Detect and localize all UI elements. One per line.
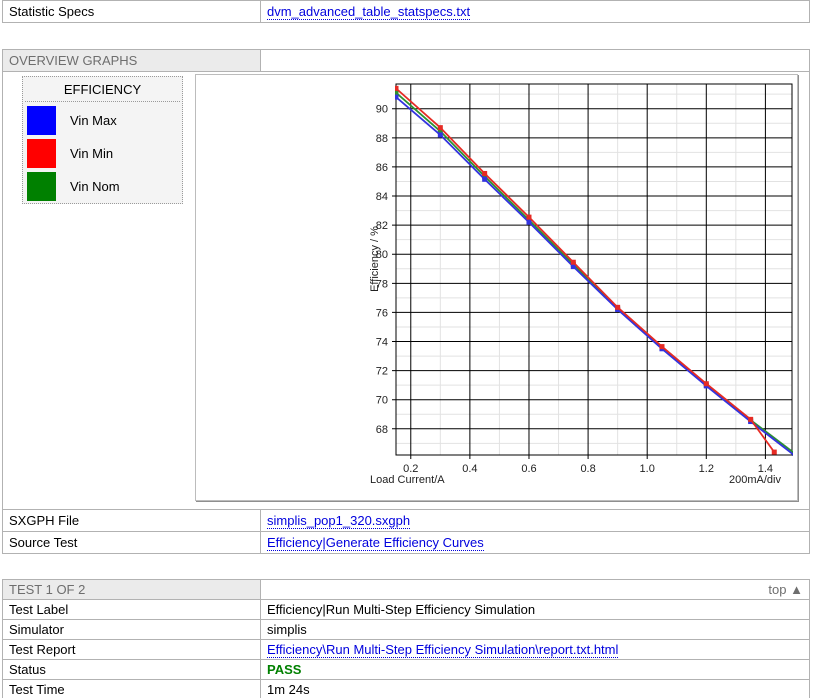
simulator-label: Simulator: [3, 620, 261, 640]
vin-nom-swatch: [27, 172, 56, 201]
sxgph-label: SXGPH File: [3, 510, 261, 532]
svg-text:0.6: 0.6: [521, 463, 536, 475]
legend-title: EFFICIENCY: [25, 77, 180, 102]
vin-min-swatch: [27, 139, 56, 168]
table-row: Test Time 1m 24s: [3, 680, 810, 698]
stats-table: Statistic Specs dvm_advanced_table_stats…: [2, 0, 810, 23]
svg-text:0.4: 0.4: [462, 463, 477, 475]
simulator-value: simplis: [261, 620, 810, 640]
svg-text:90: 90: [376, 104, 388, 116]
table-row: Test Report Efficiency\Run Multi-Step Ef…: [3, 640, 810, 660]
efficiency-plot: 0.20.40.60.81.01.21.46870727476788082848…: [196, 75, 797, 500]
svg-text:200mA/div: 200mA/div: [729, 474, 781, 486]
top-link[interactable]: top ▲: [261, 580, 810, 600]
test-header-row: TEST 1 OF 2 top ▲: [3, 580, 810, 600]
svg-text:74: 74: [376, 337, 388, 349]
overview-header: OVERVIEW GRAPHS: [3, 50, 261, 72]
overview-graph-row: EFFICIENCY Vin Max Vin Min Vin Nom 0.20.…: [3, 72, 810, 510]
status-badge: PASS: [261, 660, 810, 680]
svg-text:70: 70: [376, 395, 388, 407]
table-row: Test Label Efficiency|Run Multi-Step Eff…: [3, 600, 810, 620]
svg-text:68: 68: [376, 424, 388, 436]
chart-legend: EFFICIENCY Vin Max Vin Min Vin Nom: [22, 76, 183, 204]
test-label-value: Efficiency|Run Multi-Step Efficiency Sim…: [261, 600, 810, 620]
legend-label: Vin Max: [70, 113, 117, 128]
table-row: SXGPH File simplis_pop1_320.sxgph: [3, 510, 810, 532]
test-table: TEST 1 OF 2 top ▲ Test Label Efficiency|…: [2, 579, 810, 698]
test-time-label: Test Time: [3, 680, 261, 698]
svg-text:Load Current/A: Load Current/A: [370, 474, 445, 486]
test-label-label: Test Label: [3, 600, 261, 620]
svg-text:76: 76: [376, 307, 388, 319]
statspecs-file-link[interactable]: dvm_advanced_table_statspecs.txt: [267, 4, 470, 20]
svg-text:0.8: 0.8: [580, 463, 595, 475]
overview-header-row: OVERVIEW GRAPHS: [3, 50, 810, 72]
legend-label: Vin Min: [70, 146, 113, 161]
svg-text:86: 86: [376, 162, 388, 174]
test-report-link[interactable]: Efficiency\Run Multi-Step Efficiency Sim…: [267, 642, 618, 658]
vin-max-swatch: [27, 106, 56, 135]
svg-text:Efficiency / %: Efficiency / %: [369, 226, 381, 292]
svg-text:1.2: 1.2: [699, 463, 714, 475]
source-test-label: Source Test: [3, 532, 261, 554]
legend-label: Vin Nom: [70, 179, 120, 194]
overview-table: OVERVIEW GRAPHS EFFICIENCY Vin Max Vin M…: [2, 49, 810, 554]
svg-text:72: 72: [376, 366, 388, 378]
table-row: Simulator simplis: [3, 620, 810, 640]
legend-item-vin-min: Vin Min: [27, 138, 182, 168]
sxgph-file-link[interactable]: simplis_pop1_320.sxgph: [267, 513, 410, 529]
table-row: Status PASS: [3, 660, 810, 680]
arrow-up-icon: ▲: [790, 582, 803, 597]
table-row: Source Test Efficiency|Generate Efficien…: [3, 532, 810, 554]
svg-text:1.0: 1.0: [640, 463, 655, 475]
svg-text:84: 84: [376, 191, 388, 203]
status-label: Status: [3, 660, 261, 680]
efficiency-chart: 0.20.40.60.81.01.21.46870727476788082848…: [195, 74, 798, 501]
test-report-label: Test Report: [3, 640, 261, 660]
test-time-value: 1m 24s: [261, 680, 810, 698]
table-row: Statistic Specs dvm_advanced_table_stats…: [3, 1, 810, 23]
stats-label: Statistic Specs: [3, 1, 261, 23]
test-section-header: TEST 1 OF 2: [3, 580, 261, 600]
legend-item-vin-max: Vin Max: [27, 105, 182, 135]
source-test-link[interactable]: Efficiency|Generate Efficiency Curves: [267, 535, 484, 551]
legend-item-vin-nom: Vin Nom: [27, 171, 182, 201]
svg-text:88: 88: [376, 133, 388, 145]
